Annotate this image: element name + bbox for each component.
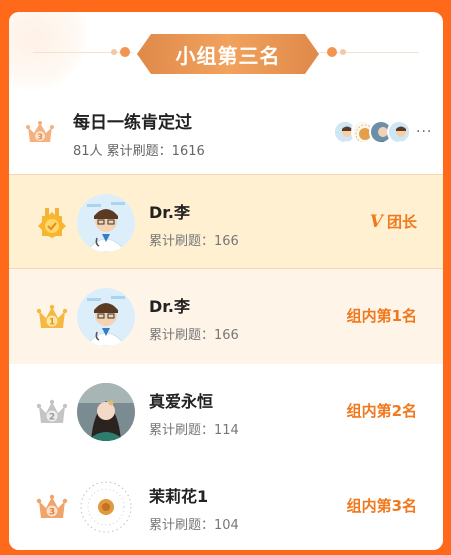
member-row-rank-2[interactable]: 2 真爱永恒 累计刷题：114 组内第2名 (9, 364, 443, 459)
rank-label: 组内第3名 (346, 497, 417, 515)
svg-text:3: 3 (37, 133, 43, 142)
group-stats: 81人 累计刷题：1616 (73, 144, 205, 159)
card-header: 小组第三名 (9, 12, 443, 88)
member-name: Dr.李 (149, 297, 190, 316)
check-v-icon: V (369, 211, 383, 232)
svg-text:3: 3 (49, 508, 55, 518)
avatar (77, 478, 135, 536)
member-stat: 累计刷题：104 (149, 518, 239, 533)
leader-badge: V 团长 (370, 211, 417, 232)
avatar (77, 288, 135, 346)
leader-badge-label: 团长 (386, 213, 417, 231)
bronze-crown-icon: 3 (36, 494, 68, 518)
group-summary-row[interactable]: 3 每日一练肯定过 81人 累计刷题：1616 ··· (9, 96, 443, 176)
rank-label: 组内第1名 (346, 307, 417, 325)
more-members-icon[interactable]: ··· (416, 124, 432, 140)
group-member-avatars[interactable]: ··· (333, 120, 432, 144)
member-stat: 累计刷题：114 (149, 423, 239, 438)
member-row-rank-1[interactable]: 1 Dr.李 累计刷题：166 组内第1名 (9, 269, 443, 364)
member-name: 茉莉花1 (149, 487, 209, 506)
leader-medal-icon (38, 208, 66, 238)
member-name: 真爱永恒 (149, 392, 214, 411)
header-dots-left (111, 47, 130, 57)
gold-crown-icon: 1 (36, 304, 68, 328)
avatar (77, 383, 135, 441)
header-dots-right (327, 47, 346, 57)
member-name: Dr.李 (149, 203, 190, 222)
member-row-rank-3[interactable]: 3 茉莉花1 累计刷题：104 组内第3名 (9, 459, 443, 550)
leaderboard-card: 小组第三名 3 每日一练肯定过 81人 累计刷题：1616 ··· Dr.李 累… (9, 12, 443, 550)
group-name: 每日一练肯定过 (73, 113, 192, 133)
page-title: 小组第三名 (137, 34, 319, 74)
member-stat: 累计刷题：166 (149, 328, 239, 343)
avatar (77, 194, 135, 252)
svg-text:1: 1 (49, 318, 55, 328)
member-row-leader[interactable]: Dr.李 累计刷题：166 V 团长 (9, 174, 443, 269)
svg-text:2: 2 (49, 413, 55, 423)
rank-label: 组内第2名 (346, 402, 417, 420)
bronze-crown-icon: 3 (26, 121, 54, 142)
silver-crown-icon: 2 (36, 399, 68, 423)
member-stat: 累计刷题：166 (149, 234, 239, 249)
avatar (387, 120, 411, 144)
